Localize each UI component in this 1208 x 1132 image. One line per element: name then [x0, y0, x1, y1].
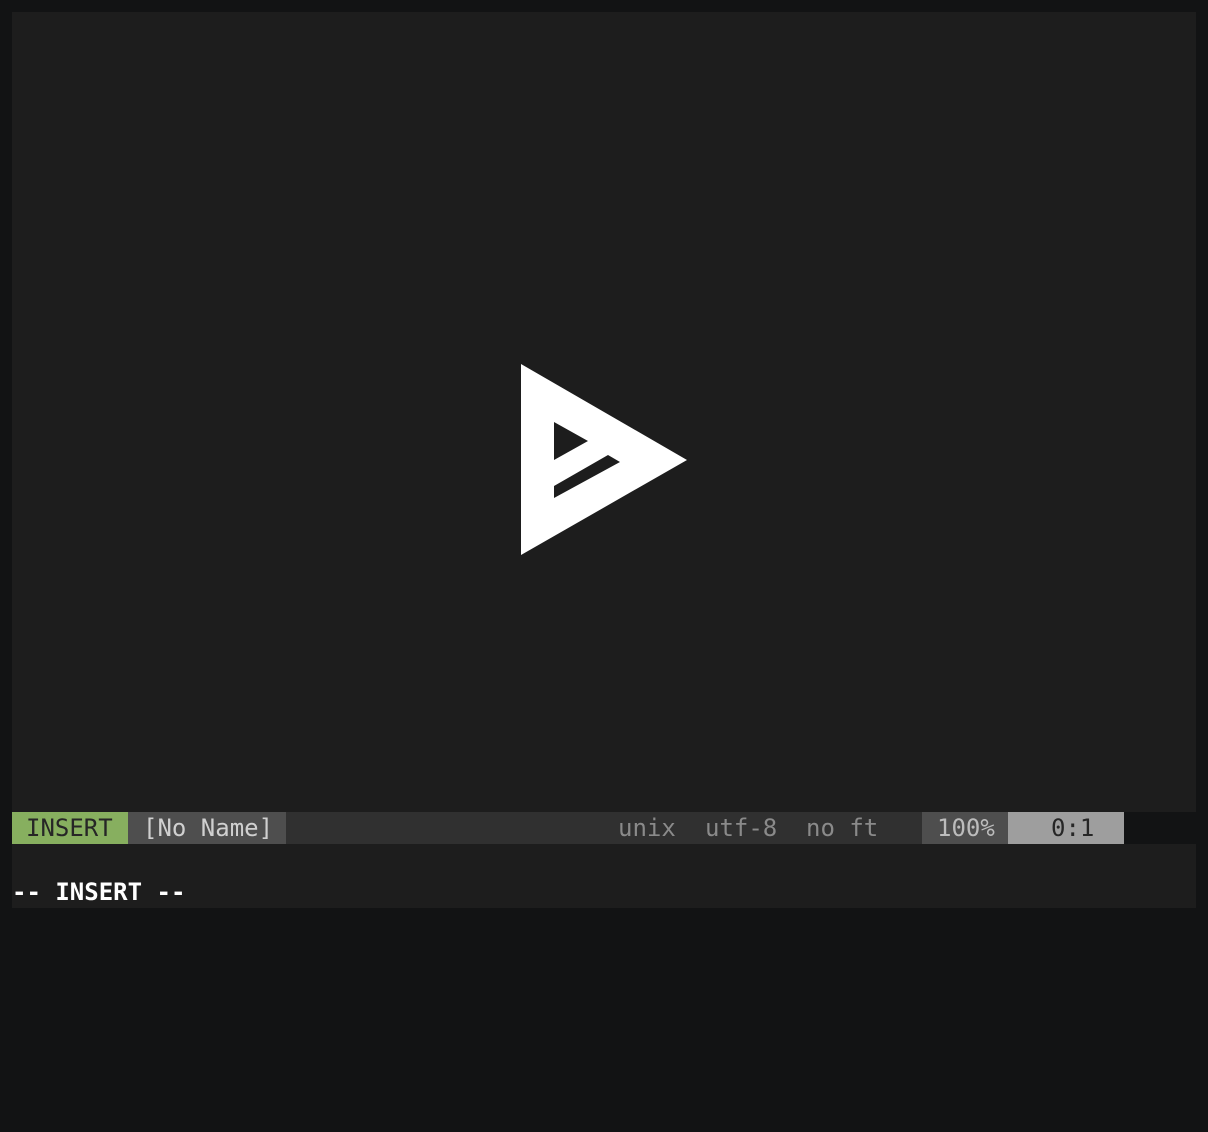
command-line: -- INSERT -- — [12, 878, 186, 906]
vim-statusline: INSERT [No Name] unix utf-8 no ft 100% 0… — [12, 812, 1196, 844]
filename-label: [No Name] — [128, 812, 286, 844]
mode-indicator: INSERT — [12, 812, 128, 844]
encoding-label: utf-8 — [705, 814, 778, 842]
filetype-label: no ft — [806, 814, 879, 842]
scroll-percent: 100% — [922, 812, 1008, 844]
fileformat-label: unix — [618, 814, 676, 842]
play-icon — [521, 364, 687, 555]
terminal-player[interactable]: INSERT [No Name] unix utf-8 no ft 100% 0… — [12, 12, 1196, 908]
play-button[interactable] — [521, 364, 687, 555]
cursor-position: 0:1 — [1008, 812, 1124, 844]
